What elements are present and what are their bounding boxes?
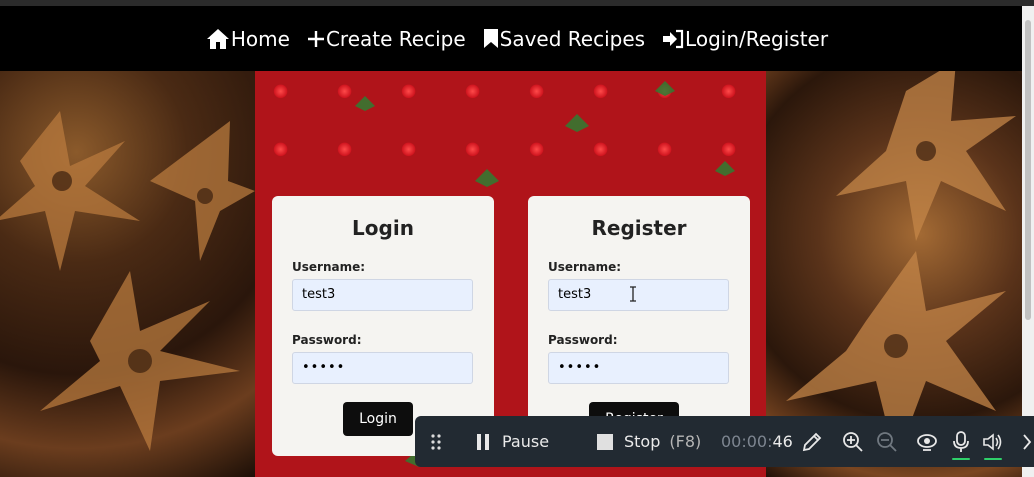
navbar: Home Create Recipe Saved Recipes Login/R… [0,6,1034,71]
speaker-icon [983,432,1002,451]
drag-handle-icon [431,433,441,450]
timer-dim: 00:00: [721,432,773,451]
stop-shortcut: (F8) [669,432,702,451]
bookmark-icon [483,29,498,48]
text-cursor-icon [630,286,636,302]
register-username-input[interactable]: test3 [548,279,729,311]
login-username-input[interactable]: test3 [292,279,473,311]
nav-home-label: Home [230,26,290,51]
register-username-label: Username: [548,260,622,274]
scrollbar-thumb[interactable] [1025,20,1031,320]
nav-login-register-label: Login/Register [685,26,829,51]
nav-saved-recipes-label: Saved Recipes [499,26,646,51]
zoom-out-button[interactable] [876,416,898,467]
register-password-input[interactable]: ••••• [548,352,729,384]
collapse-toolbar-button[interactable] [1022,416,1032,467]
stop-icon [597,433,613,450]
login-button[interactable]: Login [343,402,413,436]
screen-recorder-toolbar: Pause Stop (F8) 00:00: 46 [415,416,1034,467]
stop-label: Stop [624,432,661,451]
login-password-input[interactable]: ••••• [292,352,473,384]
nav-create-recipe-label: Create Recipe [325,26,466,51]
login-username-label: Username: [292,260,366,274]
login-icon [663,29,684,48]
zoom-in-button[interactable] [842,416,864,467]
nav-login-register[interactable]: Login/Register [662,27,828,51]
webcam-toggle[interactable] [916,416,938,467]
zoom-in-icon [843,431,863,452]
login-title: Login [352,216,414,240]
pause-button[interactable]: Pause [476,416,549,467]
microphone-toggle[interactable] [952,416,970,467]
recording-timer: 00:00: 46 [721,416,793,467]
pause-icon [477,433,489,450]
system-audio-toggle[interactable] [982,416,1004,467]
plus-icon [307,30,324,47]
microphone-icon [953,430,969,452]
nav-saved-recipes[interactable]: Saved Recipes [483,27,645,51]
star-anise-image-left [0,71,255,477]
register-password-label: Password: [548,333,618,347]
register-title: Register [591,216,687,240]
nav-create-recipe[interactable]: Create Recipe [307,27,466,51]
pause-label: Pause [502,432,550,451]
drag-handle[interactable] [431,416,441,467]
nav-home[interactable]: Home [206,27,290,51]
login-password-label: Password: [292,333,362,347]
draw-button[interactable] [801,416,823,467]
pencil-icon [802,432,822,451]
timer-seconds: 46 [772,432,793,451]
stop-button[interactable]: Stop (F8) [596,416,701,467]
page-scrollbar[interactable] [1022,6,1034,477]
chevron-right-icon [1023,433,1032,450]
zoom-out-icon [877,431,897,452]
webcam-icon [917,433,937,451]
home-icon [206,28,229,49]
